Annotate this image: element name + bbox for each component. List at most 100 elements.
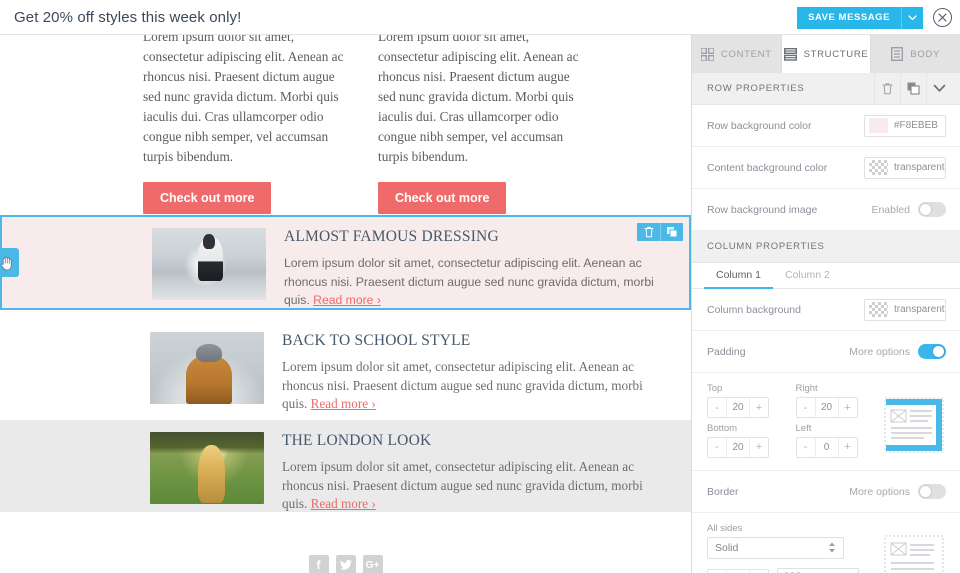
column-properties-header: COLUMN PROPERTIES [692, 231, 960, 263]
padding-left-value[interactable]: 0 [816, 442, 838, 453]
row-toolbar[interactable] [637, 223, 683, 241]
page-title: Get 20% off styles this week only! [14, 8, 242, 26]
row-delete-button[interactable] [874, 73, 900, 105]
padding-bottom-stepper[interactable]: - 20 + [707, 436, 769, 458]
padding-top-cell: Top - 20 + [707, 383, 788, 419]
twitter-icon[interactable] [335, 555, 356, 573]
save-message-button[interactable]: SAVE MESSAGE [797, 6, 901, 29]
read-more-link-3[interactable]: Read more › [311, 496, 376, 511]
article-row-selected[interactable]: ALMOST FAMOUS DRESSING Lorem ipsum dolor… [0, 215, 691, 310]
read-more-link-1[interactable]: Read more › [313, 293, 381, 307]
padding-bottom-increment[interactable]: + [749, 437, 768, 457]
rows-icon [783, 47, 797, 61]
grid-icon [700, 47, 714, 61]
tab-body[interactable]: BODY [871, 35, 960, 73]
border-more-options-toggle[interactable] [918, 484, 946, 499]
padding-right-label: Right [795, 383, 818, 394]
column-tab-2[interactable]: Column 2 [773, 263, 842, 289]
column-background-swatch [869, 302, 888, 317]
article-thumbnail-3 [150, 432, 264, 504]
check-out-more-button-2[interactable]: Check out more [378, 182, 507, 214]
padding-row[interactable]: Padding More options [692, 331, 960, 373]
padding-right-increment[interactable]: + [837, 398, 857, 417]
content-background-color-label: Content background color [707, 161, 828, 174]
column-background-field[interactable]: transparent [864, 298, 946, 321]
close-editor-button[interactable] [933, 8, 952, 27]
border-fields-block: All sides Solid [692, 513, 960, 573]
padding-bottom-decrement[interactable]: - [708, 437, 727, 457]
chevron-down-icon [908, 14, 917, 20]
article-body-1: ALMOST FAMOUS DRESSING Lorem ipsum dolor… [284, 228, 689, 310]
padding-right-value[interactable]: 20 [816, 402, 838, 413]
padding-top-value[interactable]: 20 [727, 402, 749, 413]
column-background-value: transparent [894, 304, 945, 315]
text-column-1[interactable]: Lorem ipsum dolor sit amet, consectetur … [143, 35, 348, 214]
padding-left-stepper[interactable]: - 0 + [795, 436, 858, 458]
border-row[interactable]: Border More options [692, 471, 960, 513]
column-properties-title: COLUMN PROPERTIES [707, 241, 825, 252]
column-background-label: Column background [707, 303, 801, 316]
row-duplicate-button[interactable] [900, 73, 926, 105]
row-background-image-row[interactable]: Row background image Enabled [692, 189, 960, 231]
padding-left-increment[interactable]: + [837, 437, 857, 457]
padding-right-stepper[interactable]: - 20 + [795, 397, 858, 418]
padding-bottom-label: Bottom [707, 422, 738, 434]
content-background-color-field[interactable]: transparent [864, 156, 946, 179]
padding-more-options-label: More options [849, 345, 910, 358]
row-drag-handle[interactable] [0, 248, 19, 277]
panel-tab-bar: CONTENT STRUCTURE BODY [692, 35, 960, 73]
tab-body-label: BODY [910, 48, 941, 60]
row-background-image-toggle[interactable] [918, 202, 946, 217]
googleplus-icon[interactable]: G+ [362, 555, 383, 573]
duplicate-row-button[interactable] [660, 223, 683, 241]
row-background-color-value: #F8EBEB [894, 120, 938, 131]
border-width-increment[interactable]: + [749, 569, 768, 573]
column-background-row[interactable]: Column background transparent [692, 289, 960, 331]
document-icon [891, 47, 904, 61]
text-column-2[interactable]: Lorem ipsum dolor sit amet, consectetur … [378, 35, 583, 214]
email-canvas[interactable]: Lorem ipsum dolor sit amet, consectetur … [0, 35, 691, 573]
padding-preview-icon [884, 397, 944, 453]
padding-top-increment[interactable]: + [749, 398, 768, 417]
row-background-color-row[interactable]: Row background color #F8EBEB [692, 105, 960, 147]
padding-more-options-toggle[interactable] [918, 344, 946, 359]
border-color-field[interactable]: transparent [777, 568, 859, 573]
two-column-text-block[interactable]: Lorem ipsum dolor sit amet, consectetur … [0, 35, 691, 214]
facebook-icon[interactable]: f [308, 555, 329, 573]
border-style-value: Solid [715, 542, 739, 554]
delete-row-button[interactable] [637, 223, 660, 241]
padding-left-label: Left [795, 422, 812, 434]
padding-bottom-value[interactable]: 20 [727, 442, 749, 453]
properties-panel: CONTENT STRUCTURE BODY ROW PROPERTIES Ro… [691, 35, 960, 573]
padding-right-decrement[interactable]: - [797, 398, 816, 417]
padding-left-decrement[interactable]: - [797, 437, 816, 457]
border-preview-icon [884, 535, 944, 573]
row-properties-title: ROW PROPERTIES [707, 83, 805, 94]
save-options-dropdown[interactable] [901, 6, 923, 29]
article-row-london-look[interactable]: THE LONDON LOOK Lorem ipsum dolor sit am… [0, 420, 691, 512]
article-text-1: Lorem ipsum dolor sit amet, consectetur … [284, 254, 669, 310]
column-tab-1[interactable]: Column 1 [704, 263, 773, 289]
border-width-stepper[interactable]: - 0 + [707, 568, 769, 573]
row-collapse-button[interactable] [926, 73, 952, 105]
tab-structure[interactable]: STRUCTURE [781, 35, 872, 73]
border-style-select[interactable]: Solid [707, 537, 844, 559]
check-out-more-button-1[interactable]: Check out more [143, 182, 272, 214]
padding-top-decrement[interactable]: - [708, 398, 727, 417]
article-row-back-to-school[interactable]: BACK TO SCHOOL STYLE Lorem ipsum dolor s… [0, 322, 691, 414]
read-more-link-2[interactable]: Read more › [311, 396, 376, 411]
content-background-color-row[interactable]: Content background color transparent [692, 147, 960, 189]
padding-top-stepper[interactable]: - 20 + [707, 397, 769, 418]
toggle-knob [933, 346, 944, 357]
panel-body: ROW PROPERTIES Row background color #F8E… [692, 73, 960, 573]
tab-content[interactable]: CONTENT [692, 35, 782, 73]
tab-structure-label: STRUCTURE [803, 48, 869, 60]
social-links[interactable]: f G+ [0, 555, 691, 573]
row-properties-header: ROW PROPERTIES [692, 73, 960, 105]
row-background-color-swatch [869, 118, 888, 133]
border-width-decrement[interactable]: - [708, 569, 727, 573]
padding-bottom-cell: Bottom - 20 + [707, 423, 788, 459]
row-background-color-field[interactable]: #F8EBEB [864, 114, 946, 137]
padding-fields-block: Top - 20 + Right - 20 + Bottom - 20 + Le… [692, 373, 960, 471]
padding-top-label: Top [707, 383, 723, 394]
